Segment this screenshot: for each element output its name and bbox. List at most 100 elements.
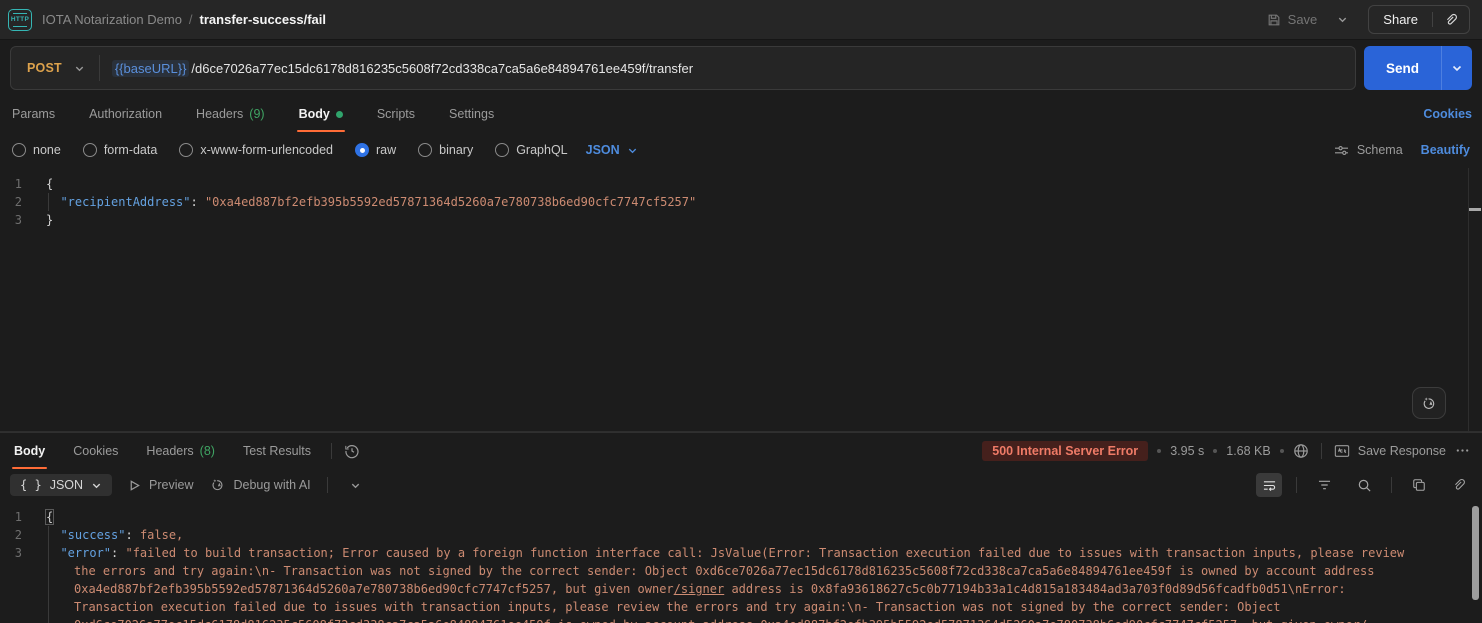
line-number: 3 <box>0 211 36 229</box>
beautify-button[interactable]: Beautify <box>1421 143 1470 157</box>
response-time[interactable]: 3.95 s <box>1170 444 1204 458</box>
code-line: 3 "error": "failed to build transaction;… <box>0 544 1482 562</box>
radio-raw[interactable]: raw <box>355 143 396 157</box>
cookies-link[interactable]: Cookies <box>1423 107 1472 121</box>
response-format-select[interactable]: { } JSON <box>10 474 112 496</box>
code-content: { <box>36 508 53 526</box>
braces-icon: { } <box>20 478 42 492</box>
share-button-group: Share <box>1368 5 1470 34</box>
breadcrumb-request-name[interactable]: transfer-success/fail <box>200 12 326 27</box>
save-response-button[interactable]: Save Response <box>1334 444 1446 458</box>
code-content: 0xd6ce7026a77ec15dc6178d816235c5608f72cd… <box>36 616 1367 623</box>
search-icon[interactable] <box>1351 473 1377 497</box>
request-editor-scrollbar[interactable] <box>1468 168 1482 431</box>
format-chevron-icon <box>627 145 638 156</box>
method-selector[interactable]: POST <box>11 61 99 75</box>
word-wrap-toggle[interactable] <box>1256 473 1282 497</box>
body-format-select[interactable]: JSON <box>586 143 638 157</box>
response-format-value: JSON <box>50 478 83 492</box>
send-button[interactable]: Send <box>1364 46 1441 90</box>
tab-settings[interactable]: Settings <box>447 96 496 132</box>
tab-label: Cookies <box>73 444 118 458</box>
code-segment <box>46 528 60 542</box>
code-content: "error": "failed to build transaction; E… <box>36 544 1404 562</box>
share-button[interactable]: Share <box>1369 6 1432 33</box>
tab-count: (8) <box>200 444 215 458</box>
code-line: 2 "success": false, <box>0 526 1482 544</box>
tab-label: Params <box>12 107 55 121</box>
link-icon[interactable] <box>1446 473 1472 497</box>
save-options-chevron-icon[interactable] <box>1331 10 1354 29</box>
code-segment: 0xd6ce7026a77ec15dc6178d816235c5608f72cd… <box>74 618 1367 623</box>
radio-binary[interactable]: binary <box>418 143 473 157</box>
breadcrumb-separator: / <box>189 12 193 27</box>
history-icon[interactable] <box>344 443 360 459</box>
radio-form-data[interactable]: form-data <box>83 143 158 157</box>
line-number: 2 <box>0 193 36 211</box>
dot-separator <box>1157 449 1161 453</box>
tab-body[interactable]: Body <box>297 96 345 132</box>
method-label: POST <box>27 61 62 75</box>
code-segment: false, <box>140 528 183 542</box>
schema-button[interactable]: Schema <box>1334 143 1403 157</box>
breadcrumb-collection[interactable]: IOTA Notarization Demo <box>42 12 182 27</box>
url-input[interactable]: {{baseURL}} /d6ce7026a77ec15dc6178d81623… <box>112 60 693 77</box>
tab-test-results[interactable]: Test Results <box>241 433 313 469</box>
code-line: 3} <box>0 211 1482 229</box>
tab-cookies[interactable]: Cookies <box>71 433 120 469</box>
tab-scripts[interactable]: Scripts <box>375 96 417 132</box>
radio-none[interactable]: none <box>12 143 61 157</box>
radio-circle <box>83 143 97 157</box>
debug-with-ai-button[interactable]: Debug with AI <box>210 477 311 493</box>
link-icon <box>1444 13 1458 27</box>
scrollbar-marker[interactable] <box>1469 208 1481 211</box>
save-button[interactable]: Save <box>1259 7 1326 32</box>
send-options-chevron-icon[interactable] <box>1441 46 1472 90</box>
tab-headers[interactable]: Headers(8) <box>144 433 217 469</box>
code-segment: { <box>46 510 53 524</box>
request-body-editor[interactable]: 1{2 "recipientAddress": "0xa4ed887bf2efb… <box>0 168 1482 432</box>
ai-options-chevron-icon[interactable] <box>344 476 367 495</box>
tab-headers[interactable]: Headers(9) <box>194 96 267 132</box>
radio-label: GraphQL <box>516 143 567 157</box>
radio-circle <box>12 143 26 157</box>
preview-button[interactable]: Preview <box>128 478 193 492</box>
tab-params[interactable]: Params <box>10 96 57 132</box>
code-segment: the errors and try again:\n- Transaction… <box>74 564 1374 578</box>
toolbar-divider <box>1391 477 1392 493</box>
toolbar-divider <box>1296 477 1297 493</box>
code-segment: Transaction execution failed due to issu… <box>74 600 1281 614</box>
code-segment: /signer <box>674 582 725 596</box>
word-wrap-icon <box>1262 479 1277 492</box>
response-size[interactable]: 1.68 KB <box>1226 444 1270 458</box>
tab-label: Headers <box>196 107 243 121</box>
unsaved-dot-indicator <box>336 111 343 118</box>
response-scrollbar-thumb[interactable] <box>1472 506 1479 600</box>
status-badge[interactable]: 500 Internal Server Error <box>982 441 1148 461</box>
more-options-icon[interactable] <box>1455 443 1470 458</box>
tab-body[interactable]: Body <box>12 433 47 469</box>
copy-link-button[interactable] <box>1433 7 1469 33</box>
ai-sparkle-icon <box>210 477 226 493</box>
code-segment: address is 0x8fa93618627c5c0b77194b33a1c… <box>724 582 1345 596</box>
tab-authorization[interactable]: Authorization <box>87 96 164 132</box>
globe-icon[interactable] <box>1293 443 1309 459</box>
debug-ai-label: Debug with AI <box>234 478 311 492</box>
copy-icon[interactable] <box>1406 473 1432 497</box>
request-tabs: Params Authorization Headers(9) Body Scripts… <box>0 96 1482 132</box>
postbot-ai-button[interactable] <box>1412 387 1446 419</box>
radio-circle <box>495 143 509 157</box>
play-icon <box>128 479 141 492</box>
response-toolbar: { } JSON Preview Debug with AI <box>0 468 1482 502</box>
tab-label: Body <box>299 107 330 121</box>
code-line: 1{ <box>0 508 1482 526</box>
filter-icon[interactable] <box>1311 473 1337 497</box>
radio-graphql[interactable]: GraphQL <box>495 143 567 157</box>
radio-x-www-form-urlencoded[interactable]: x-www-form-urlencoded <box>179 143 333 157</box>
line-number <box>0 562 36 580</box>
code-content: } <box>36 211 53 229</box>
response-body-editor[interactable]: 1{2 "success": false,3 "error": "failed … <box>0 502 1482 623</box>
code-segment: : <box>125 528 139 542</box>
radio-label: form-data <box>104 143 158 157</box>
tabs-divider <box>331 443 332 459</box>
